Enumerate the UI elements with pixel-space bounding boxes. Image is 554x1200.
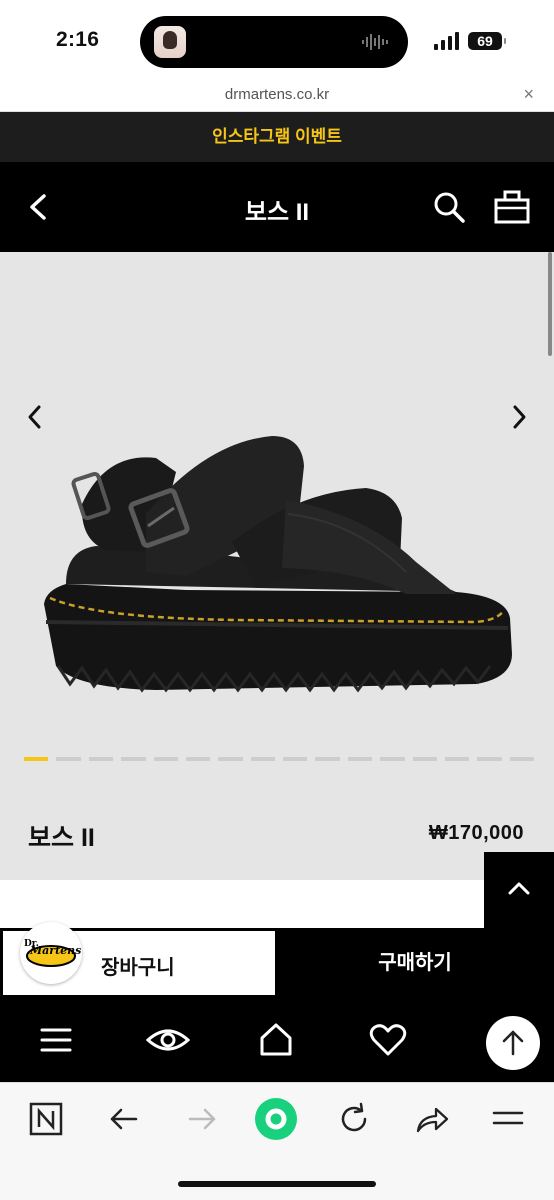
gallery-dot[interactable] [88,757,114,761]
forward-icon[interactable] [184,1101,220,1137]
audio-wave-icon [362,34,388,50]
product-image [44,436,512,693]
battery-indicator: 69 [468,32,506,50]
product-price: ₩170,000 [428,822,524,844]
gallery-dot[interactable] [283,757,308,761]
gallery-dot[interactable] [444,757,470,761]
gallery-dot[interactable] [380,757,405,761]
promo-banner[interactable]: 인스타그램 이벤트 [0,112,554,162]
menu-icon[interactable] [36,1020,76,1060]
browser-menu-icon[interactable] [490,1101,526,1137]
signal-icon [434,32,459,50]
naver-icon[interactable] [28,1101,64,1137]
gallery-dot[interactable] [185,757,211,761]
status-time: 2:16 [56,28,100,51]
gallery-dot[interactable] [509,757,534,761]
share-icon[interactable] [414,1101,450,1137]
gallery-dot[interactable] [218,757,243,761]
url-text[interactable]: drmartens.co.kr [0,86,554,103]
green-dot-icon[interactable] [254,1097,298,1141]
shopping-bag-icon[interactable] [494,188,530,224]
gallery-dot[interactable] [347,757,373,761]
promo-text[interactable]: 인스타그램 이벤트 [0,112,554,162]
gallery-dot[interactable] [153,757,178,761]
gallery-dot[interactable] [121,757,146,761]
page-header: 보스 II [0,162,554,252]
status-bar: 2:16 69 [0,0,554,82]
gallery-dot[interactable] [56,757,81,761]
buy-label: 구매하기 [378,952,452,974]
home-indicator [178,1181,376,1187]
heart-icon[interactable] [368,1020,408,1060]
product-gallery[interactable]: 보스 II ₩170,000 [0,252,554,880]
page-title: 보스 II [244,199,310,226]
search-icon[interactable] [432,190,466,224]
gallery-dot[interactable] [477,757,502,761]
eye-icon[interactable] [146,1020,190,1060]
product-name: 보스 II [28,824,95,852]
cart-label: 장바구니 [101,957,175,979]
chevron-up-icon [508,882,530,895]
home-icon[interactable] [256,1020,296,1060]
scroll-top-button[interactable] [484,852,554,928]
dr-martens-logo[interactable]: Dr. Martens [20,922,82,984]
buy-now-button[interactable]: 구매하기 [276,928,554,998]
now-playing-thumbnail [154,26,186,58]
gallery-pagination[interactable] [24,757,534,762]
back-icon[interactable] [106,1101,142,1137]
gallery-dot[interactable] [412,757,437,761]
dynamic-island[interactable] [140,16,408,68]
purchase-bar: 장바구니 구매하기 [0,928,554,998]
floating-scroll-top-button[interactable] [486,1016,540,1070]
scrollbar[interactable] [548,252,552,356]
brand-logo-icon: Dr. Martens [24,939,81,967]
gallery-dot[interactable] [250,757,275,761]
gallery-dot[interactable] [315,757,340,761]
reload-icon[interactable] [336,1101,372,1137]
arrow-up-icon [502,1030,524,1056]
svg-text:Martens: Martens [29,944,81,957]
browser-url-bar[interactable]: drmartens.co.kr × [0,82,554,112]
gallery-dot[interactable] [24,757,49,761]
site-bottom-nav [0,998,554,1082]
close-icon[interactable]: × [523,84,534,105]
